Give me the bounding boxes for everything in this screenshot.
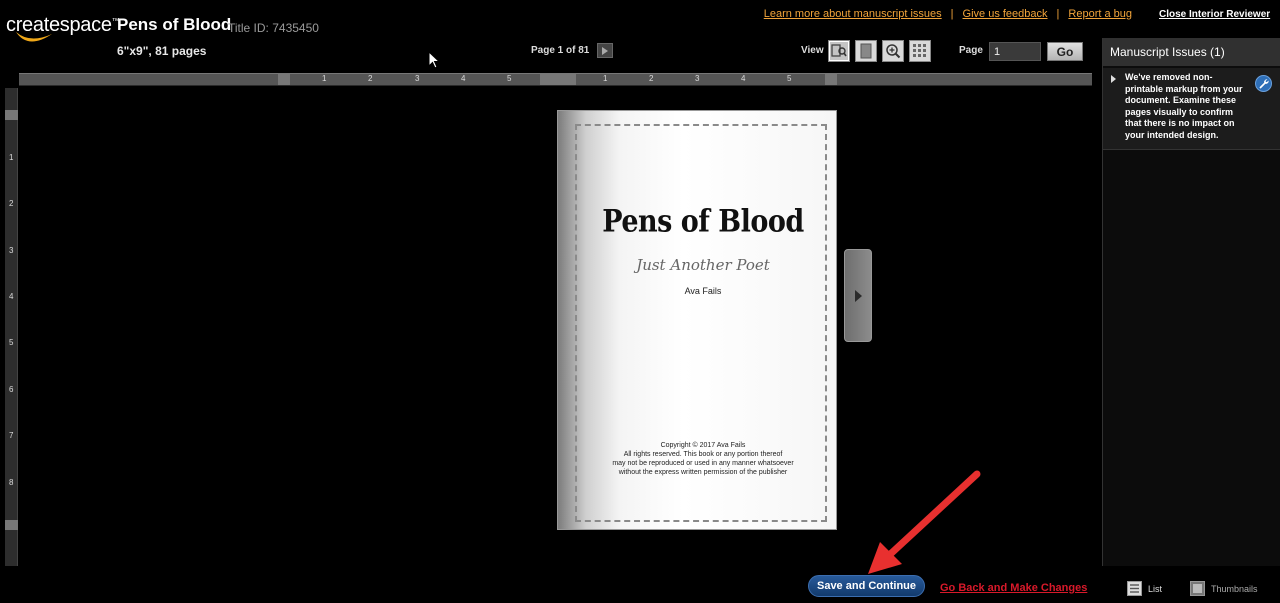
ruler-number: 3 <box>9 246 14 255</box>
page-count-label: Page 1 of 81 <box>531 45 590 56</box>
page-author: Ava Fails <box>684 286 722 296</box>
ruler-margin-marker <box>5 110 18 120</box>
ruler-margin-marker <box>540 74 576 85</box>
issue-text: We've removed non-printable markup from … <box>1125 72 1243 140</box>
page-pager: Page 1 of 81 <box>531 43 614 58</box>
go-back-link[interactable]: Go Back and Make Changes <box>940 582 1087 594</box>
expand-arrow-icon[interactable] <box>1111 75 1116 83</box>
magnify-page-view-button[interactable] <box>828 40 850 62</box>
top-links: Learn more about manuscript issues | Giv… <box>764 8 1132 20</box>
list-label: List <box>1148 583 1163 594</box>
red-arrow-annotation-icon <box>868 470 981 574</box>
grid-view-button[interactable] <box>909 40 931 62</box>
ruler-number: 8 <box>9 478 14 487</box>
list-view-toggle[interactable]: List <box>1127 581 1162 596</box>
page-jump-input[interactable] <box>989 42 1041 61</box>
zoom-in-view-button[interactable] <box>882 40 904 62</box>
ruler-number: 7 <box>9 431 14 440</box>
ruler-number: 1 <box>603 74 608 83</box>
ruler-number: 3 <box>695 74 700 83</box>
horizontal-ruler: 1 2 3 4 5 1 2 3 4 5 <box>19 73 1092 86</box>
link-separator: | <box>950 8 954 20</box>
book-page-preview: Pens of Blood Just Another Poet Ava Fail… <box>557 110 837 530</box>
thumbnails-label: Thumbnails <box>1211 583 1258 594</box>
issues-heading: Manuscript Issues (1) <box>1103 38 1280 66</box>
close-reviewer-link[interactable]: Close Interior Reviewer <box>1159 9 1270 20</box>
page-book-title: Pens of Blood <box>602 203 804 240</box>
link-separator: | <box>1056 8 1060 20</box>
magnify-page-view-icon <box>831 44 847 57</box>
report-bug-link[interactable]: Report a bug <box>1068 8 1132 20</box>
book-title: Pens of Blood <box>117 15 232 34</box>
view-label: View <box>801 45 824 56</box>
ruler-number: 1 <box>9 153 14 162</box>
pager-next-button[interactable] <box>597 43 614 58</box>
ruler-number: 1 <box>322 74 327 83</box>
page-subtitle: Just Another Poet <box>636 256 770 274</box>
single-page-view-icon <box>860 43 872 59</box>
copyright-line: without the express written permission o… <box>618 469 788 476</box>
chevron-right-icon <box>602 46 609 55</box>
issue-item[interactable]: We've removed non-printable markup from … <box>1103 68 1280 150</box>
copyright-line: Copyright © 2017 Ava Fails <box>660 442 746 449</box>
list-icon <box>1127 581 1142 596</box>
ruler-margin-marker <box>5 520 18 530</box>
ruler-number: 2 <box>649 74 654 83</box>
createspace-logo[interactable]: createspace™ <box>6 6 120 52</box>
copyright-line: All rights reserved. This book or any po… <box>623 451 783 458</box>
ruler-number: 5 <box>507 74 512 83</box>
top-bar: createspace™ Pens of Blood Title ID: 743… <box>0 0 1280 66</box>
ruler-number: 4 <box>9 292 14 301</box>
next-page-button[interactable] <box>844 249 872 342</box>
mouse-cursor-icon <box>428 51 441 69</box>
ruler-number: 6 <box>9 385 14 394</box>
ruler-number: 2 <box>368 74 373 83</box>
ruler-number: 2 <box>9 199 14 208</box>
thumbnails-icon <box>1190 581 1205 596</box>
copyright-block: Copyright © 2017 Ava Fails All rights re… <box>558 441 848 477</box>
single-page-view-button[interactable] <box>855 40 877 62</box>
title-id: Title ID: 7435450 <box>228 21 319 35</box>
go-button[interactable]: Go <box>1047 42 1083 61</box>
ruler-number: 5 <box>787 74 792 83</box>
copyright-line: may not be reproduced or used in any man… <box>612 460 794 467</box>
grid-view-icon <box>913 44 926 57</box>
save-and-continue-button[interactable]: Save and Continue <box>808 575 925 597</box>
ruler-margin-marker <box>825 74 837 85</box>
ruler-margin-marker <box>278 74 290 85</box>
logo-swoosh-icon <box>16 32 52 42</box>
ruler-number: 3 <box>415 74 420 83</box>
vertical-ruler: 1 2 3 4 5 6 7 8 <box>5 88 18 566</box>
ruler-number: 4 <box>461 74 466 83</box>
wrench-icon[interactable] <box>1255 75 1272 92</box>
chevron-right-icon <box>854 289 862 302</box>
ruler-number: 4 <box>741 74 746 83</box>
manuscript-issues-panel: Manuscript Issues (1) We've removed non-… <box>1102 38 1280 566</box>
thumbnails-view-toggle[interactable]: Thumbnails <box>1190 581 1258 596</box>
zoom-in-view-icon <box>886 44 901 59</box>
feedback-link[interactable]: Give us feedback <box>963 8 1048 20</box>
learn-more-link[interactable]: Learn more about manuscript issues <box>764 8 942 20</box>
ruler-number: 5 <box>9 338 14 347</box>
page-jump-label: Page <box>959 45 983 56</box>
trim-info: 6"x9", 81 pages <box>117 44 207 58</box>
